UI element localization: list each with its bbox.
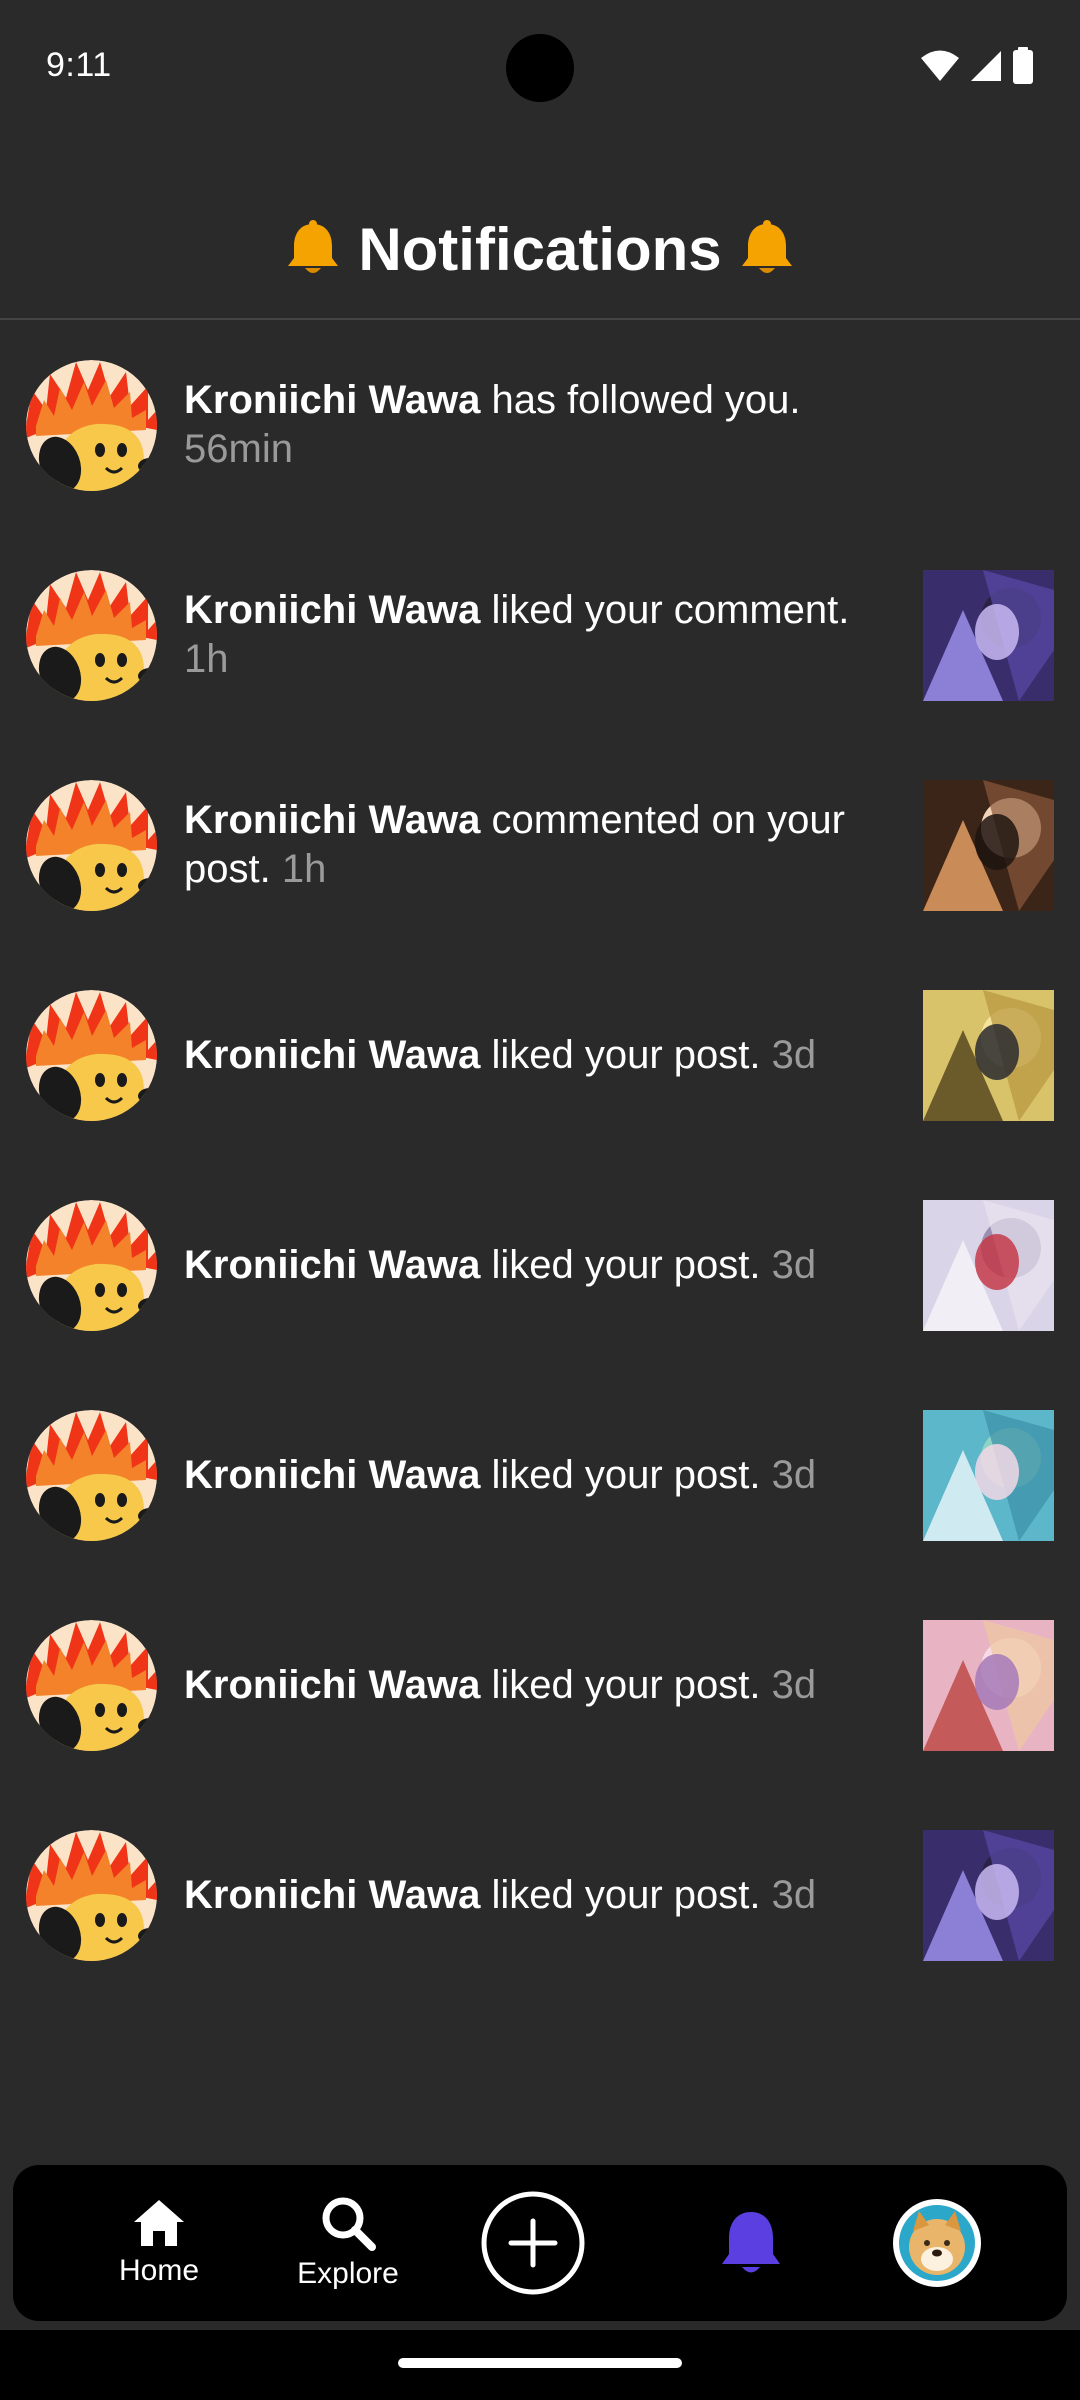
post-thumbnail[interactable] xyxy=(923,1200,1054,1331)
notification-username[interactable]: Kroniichi Wawa xyxy=(184,1033,480,1077)
post-thumbnail[interactable] xyxy=(923,1620,1054,1751)
notification-action: liked your comment. xyxy=(491,588,850,632)
notification-text: Kroniichi Wawa liked your comment. 1h xyxy=(184,530,884,740)
home-icon xyxy=(134,2200,184,2246)
notification-action: liked your post. xyxy=(491,1452,761,1497)
gesture-handle[interactable] xyxy=(398,2358,682,2368)
nav-explore-label: Explore xyxy=(297,2257,399,2290)
avatar[interactable] xyxy=(26,570,157,701)
notification-text: Kroniichi Wawa liked your post. 3d xyxy=(184,1580,884,1790)
notification-item[interactable]: Kroniichi Wawa liked your post. 3d xyxy=(0,1160,1080,1370)
notification-time: 1h xyxy=(184,637,229,681)
nav-create-post[interactable] xyxy=(480,2165,586,2321)
camera-cutout xyxy=(506,34,574,102)
nav-home[interactable]: Home xyxy=(71,2165,247,2321)
signal-icon xyxy=(971,51,1001,81)
nav-home-label: Home xyxy=(118,2254,200,2287)
bell-icon xyxy=(741,220,792,273)
notification-action: liked your post. xyxy=(491,1242,761,1287)
notification-text: Kroniichi Wawa liked your post. 3d xyxy=(184,1370,884,1580)
search-icon xyxy=(322,2197,376,2251)
notification-item[interactable]: Kroniichi Wawa liked your post. 3d xyxy=(0,1370,1080,1580)
avatar[interactable] xyxy=(26,360,157,491)
page-title: Notifications xyxy=(358,215,722,283)
notification-username[interactable]: Kroniichi Wawa xyxy=(184,1453,480,1497)
add-circle-icon xyxy=(481,2191,585,2295)
notification-time: 3d xyxy=(771,1872,817,1917)
status-bar: 9:11 xyxy=(0,0,1080,136)
notification-username[interactable]: Kroniichi Wawa xyxy=(184,798,480,842)
bell-icon xyxy=(288,220,339,273)
notification-username[interactable]: Kroniichi Wawa xyxy=(184,1663,480,1707)
avatar[interactable] xyxy=(26,990,157,1121)
notification-item[interactable]: Kroniichi Wawa liked your post. 3d xyxy=(0,1580,1080,1790)
status-icons xyxy=(920,46,1034,86)
wifi-icon xyxy=(921,50,959,81)
avatar xyxy=(893,2199,981,2287)
notification-text: Kroniichi Wawa has followed you. 56min xyxy=(184,320,884,530)
notification-text: Kroniichi Wawa commented on your post. 1… xyxy=(184,740,884,950)
nav-profile[interactable] xyxy=(882,2165,992,2321)
notification-username[interactable]: Kroniichi Wawa xyxy=(184,588,480,632)
notification-time: 56min xyxy=(184,427,293,471)
post-thumbnail[interactable] xyxy=(923,990,1054,1121)
avatar[interactable] xyxy=(26,1410,157,1541)
notification-action: liked your post. xyxy=(491,1032,761,1077)
notification-item[interactable]: Kroniichi Wawa commented on your post. 1… xyxy=(0,740,1080,950)
notification-item[interactable]: Kroniichi Wawa liked your post. 3d xyxy=(0,1790,1080,2000)
avatar[interactable] xyxy=(26,780,157,911)
notification-item[interactable]: Kroniichi Wawa liked your post. 3d xyxy=(0,950,1080,1160)
notification-username[interactable]: Kroniichi Wawa xyxy=(184,1243,480,1287)
post-thumbnail[interactable] xyxy=(923,780,1054,911)
avatar[interactable] xyxy=(26,1620,157,1751)
notification-action: liked your post. xyxy=(491,1872,761,1917)
notification-time: 3d xyxy=(771,1662,817,1707)
notifications-screen: 9:11 Notifications Kroniichi Wawa has fo… xyxy=(0,0,1080,2400)
notification-action: has followed you. xyxy=(491,378,801,422)
notification-list: Kroniichi Wawa has followed you. 56min Kr… xyxy=(0,320,1080,2000)
bottom-navigation: Home Explore xyxy=(13,2165,1067,2321)
notification-time: 3d xyxy=(771,1242,817,1287)
notification-item[interactable]: Kroniichi Wawa liked your comment. 1h xyxy=(0,530,1080,740)
nav-explore[interactable]: Explore xyxy=(260,2165,436,2321)
notification-text: Kroniichi Wawa liked your post. 3d xyxy=(184,1160,884,1370)
notification-username[interactable]: Kroniichi Wawa xyxy=(184,1873,480,1917)
notification-username[interactable]: Kroniichi Wawa xyxy=(184,378,480,422)
notification-item[interactable]: Kroniichi Wawa has followed you. 56min xyxy=(0,320,1080,530)
post-thumbnail[interactable] xyxy=(923,1830,1054,1961)
post-thumbnail[interactable] xyxy=(923,570,1054,701)
avatar[interactable] xyxy=(26,1200,157,1331)
notification-action: liked your post. xyxy=(491,1662,761,1707)
notification-time: 3d xyxy=(771,1032,817,1077)
bell-icon xyxy=(722,2212,780,2273)
notification-time: 1h xyxy=(281,847,327,891)
nav-notifications[interactable] xyxy=(676,2165,826,2321)
notification-text: Kroniichi Wawa liked your post. 3d xyxy=(184,1790,884,2000)
page-header: Notifications xyxy=(0,180,1080,318)
notification-text: Kroniichi Wawa liked your post. 3d xyxy=(184,950,884,1160)
avatar[interactable] xyxy=(26,1830,157,1961)
post-thumbnail[interactable] xyxy=(923,1410,1054,1541)
battery-icon xyxy=(1013,47,1033,84)
status-time: 9:11 xyxy=(46,46,112,84)
notification-time: 3d xyxy=(771,1452,817,1497)
